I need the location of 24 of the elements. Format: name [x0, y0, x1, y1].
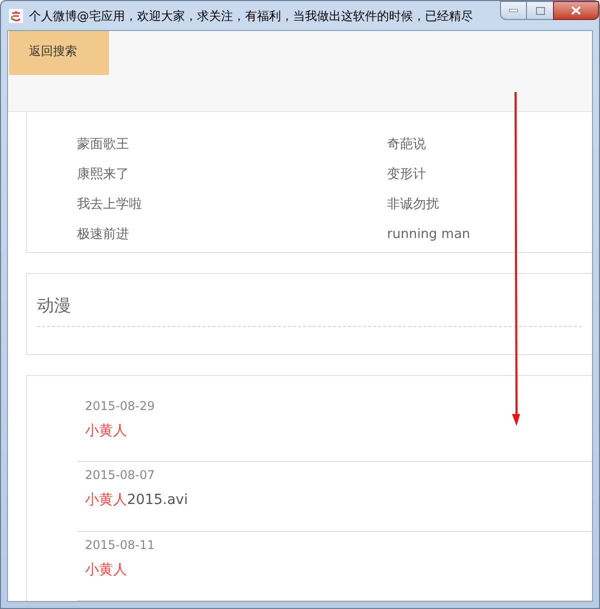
maximize-icon: [536, 6, 544, 14]
minimize-button[interactable]: [500, 1, 527, 20]
result-date: 2015-08-11: [85, 536, 155, 554]
close-icon: [571, 6, 581, 15]
show-link[interactable]: 非诚勿扰: [387, 195, 439, 215]
show-link[interactable]: 极速前进: [77, 225, 387, 245]
section-heading: 动漫: [37, 294, 582, 327]
app-icon: [9, 8, 23, 22]
result-title[interactable]: 小黄人: [85, 420, 127, 442]
show-link[interactable]: running man: [387, 225, 470, 245]
result-title[interactable]: 小黄人2015.avi: [85, 490, 188, 511]
close-button[interactable]: [553, 1, 599, 20]
maximize-button[interactable]: [527, 1, 553, 20]
window-title: 个人微博@宅应用，欢迎大家，求关注，有福利，当我做出这软件的时候，已经精尽: [29, 8, 473, 24]
show-link[interactable]: 蒙面歌王: [77, 135, 387, 155]
show-link[interactable]: 奇葩说: [387, 135, 426, 155]
minimize-icon: [509, 9, 518, 12]
show-link[interactable]: 变形计: [387, 165, 426, 185]
result-date: 2015-08-07: [85, 467, 155, 484]
back-button[interactable]: 返回搜索: [9, 31, 109, 75]
result-title[interactable]: 小黄人: [85, 560, 127, 580]
result-date: 2015-08-29: [85, 398, 155, 414]
show-link[interactable]: 我去上学啦: [77, 195, 387, 215]
show-link[interactable]: 康熙来了: [77, 165, 387, 185]
